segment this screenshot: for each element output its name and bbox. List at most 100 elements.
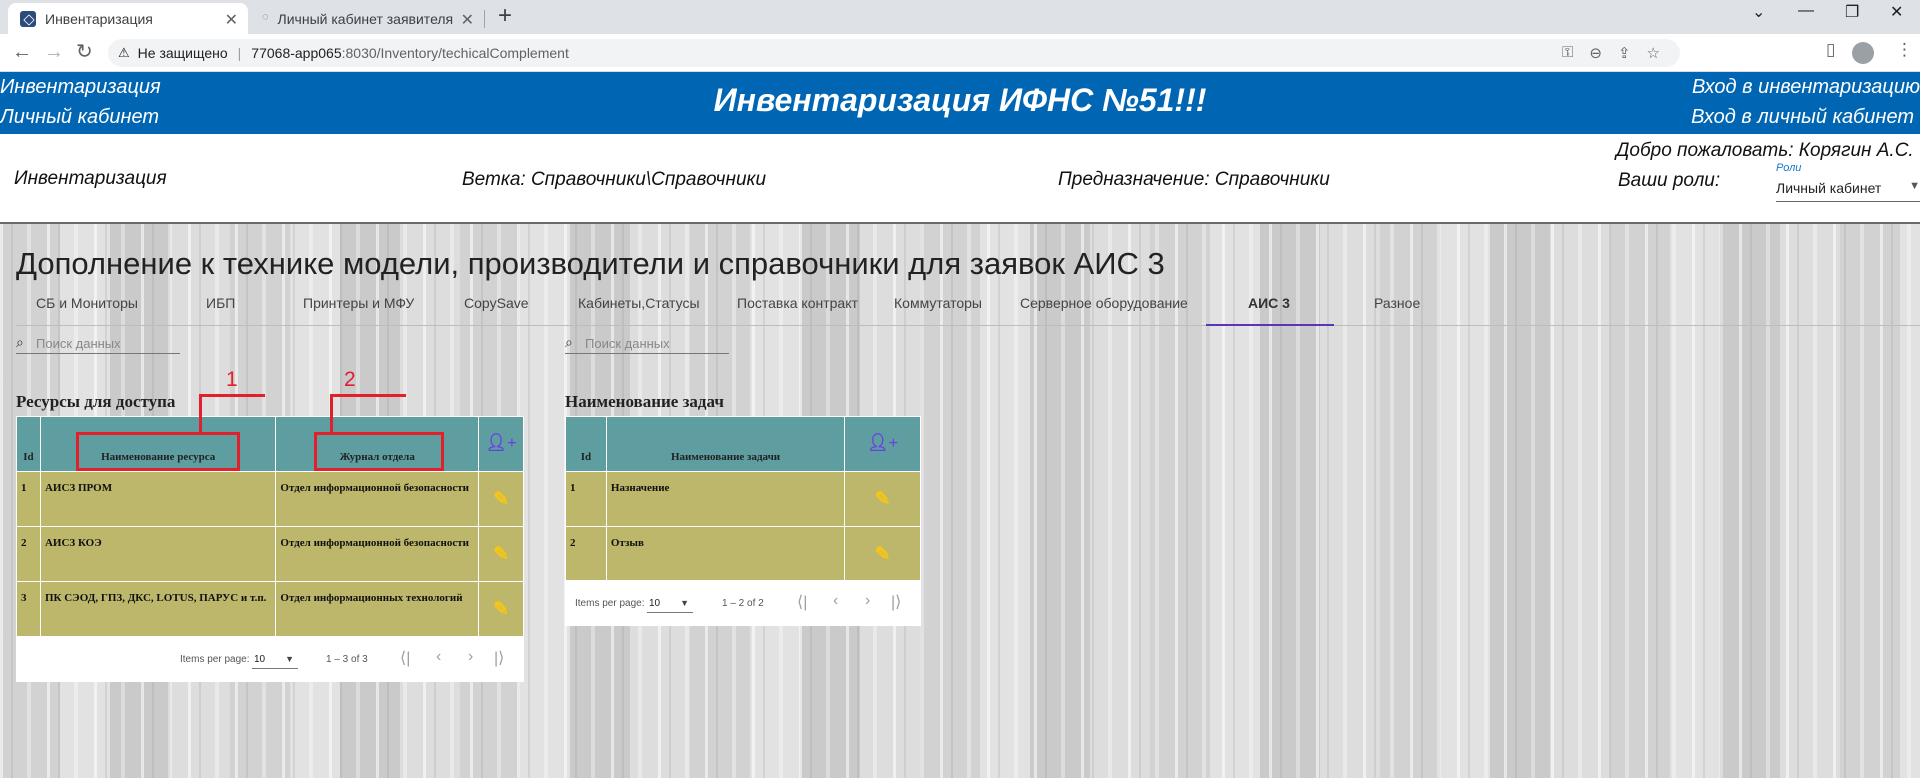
tab-close-icon[interactable]: ✕ [225, 10, 238, 30]
zoom-icon[interactable]: ⊖ [1589, 44, 1602, 62]
items-per-page-label: Items per page: [180, 654, 250, 665]
add-column-header: 👤︎+ [844, 416, 921, 472]
first-page-icon[interactable]: ⟨| [797, 592, 807, 612]
tab-copysave[interactable]: CopySave [464, 295, 529, 311]
table-row[interactable]: 2 Отзыв ✎ [565, 526, 921, 582]
table-header-row: Id Наименование задачи 👤︎+ [565, 416, 921, 472]
tasks-table: Id Наименование задачи 👤︎+ 1 Назначение … [565, 416, 921, 582]
login-inventory-link[interactable]: Вход в инвентаризацию [1692, 76, 1920, 99]
pencil-icon[interactable]: ✎ [493, 488, 509, 511]
key-icon[interactable]: ⚿ [1562, 44, 1573, 62]
page-size-select[interactable]: 10 ▼ [252, 651, 298, 669]
tab-separator [484, 10, 485, 28]
roles-select[interactable]: Роли Личный кабинет ▼ [1776, 162, 1920, 202]
cell-dept: Отдел информационной безопасности [275, 471, 480, 527]
tab-ups[interactable]: ИБП [206, 295, 235, 311]
tab-printers[interactable]: Принтеры и МФУ [303, 295, 414, 311]
not-secure-label[interactable]: Не защищено [138, 45, 228, 61]
tab-servers[interactable]: Серверное оборудование [1020, 295, 1188, 311]
search-placeholder: Поиск данных [36, 336, 121, 351]
person-add-icon[interactable]: 👤︎+ [867, 433, 898, 463]
person-add-icon[interactable]: 👤︎+ [485, 433, 516, 463]
minimize-button[interactable]: — [1798, 2, 1814, 20]
resources-search-input[interactable]: ⌕ Поиск данных [16, 332, 180, 354]
roles-select-label: Роли [1776, 162, 1802, 174]
prev-page-icon[interactable]: ‹ [833, 592, 838, 610]
reload-button[interactable]: ↻ [76, 41, 93, 63]
table-row[interactable]: 3 ПК СЭОД, ГПЗ, ДКС, LOTUS, ПАРУС и т.п.… [16, 581, 524, 637]
tab-ais3[interactable]: АИС 3 [1248, 295, 1290, 311]
tasks-paginator: Items per page: 10 ▼ 1 – 2 of 2 ⟨| ‹ › |… [565, 580, 921, 626]
roles-label: Ваши роли: [1618, 170, 1721, 191]
forward-button[interactable]: → [44, 41, 64, 63]
resources-paginator: Items per page: 10 ▼ 1 – 3 of 3 ⟨| ‹ › |… [16, 636, 524, 682]
app-header: Инвентаризация Личный кабинет Инвентариз… [0, 72, 1920, 134]
cell-id: 1 [16, 471, 41, 527]
pencil-icon[interactable]: ✎ [493, 598, 509, 621]
dropdown-arrow-icon: ▼ [285, 654, 294, 664]
annotation-leader-1 [199, 394, 202, 432]
next-page-icon[interactable]: › [865, 592, 870, 610]
tab-switches[interactable]: Коммутаторы [894, 295, 982, 311]
next-page-icon[interactable]: › [468, 648, 473, 666]
cell-task-name: Отзыв [605, 526, 846, 582]
restore-button[interactable]: ❐ [1845, 2, 1859, 22]
dropdown-arrow-icon: ▼ [680, 598, 689, 608]
close-window-button[interactable]: ✕ [1890, 2, 1903, 22]
last-page-icon[interactable]: |⟩ [494, 648, 504, 668]
search-icon: ⌕ [16, 334, 24, 350]
last-page-icon[interactable]: |⟩ [891, 592, 901, 612]
add-column-header: 👤︎+ [478, 416, 524, 472]
prev-page-icon[interactable]: ‹ [436, 648, 441, 666]
cell-id: 2 [16, 526, 41, 582]
tab-misc[interactable]: Разное [1374, 295, 1420, 311]
annotation-leader-2 [330, 394, 406, 397]
tab-close-icon[interactable]: ✕ [461, 10, 474, 30]
cell-id: 3 [16, 581, 41, 637]
url-path: :8030/Inventory/techicalComplement [341, 45, 569, 61]
dropdown-arrow-icon: ▼ [1909, 180, 1920, 192]
module-name: Инвентаризация [14, 168, 167, 189]
profile-avatar[interactable] [1852, 42, 1874, 64]
new-tab-button[interactable]: + [498, 4, 512, 28]
tab-sb-monitors[interactable]: СБ и Мониторы [36, 295, 138, 311]
search-icon: ⌕ [565, 334, 573, 350]
tab-cabinets[interactable]: Кабинеты,Статусы [578, 295, 700, 311]
share-icon[interactable]: ⇪ [1618, 44, 1631, 62]
back-button[interactable]: ← [12, 41, 32, 63]
tab-supply[interactable]: Поставка контракт [737, 295, 858, 311]
table-row[interactable]: 2 АИСЗ КОЭ Отдел информационной безопасн… [16, 526, 524, 582]
table-row[interactable]: 1 АИСЗ ПРОМ Отдел информационной безопас… [16, 471, 524, 527]
col-id-header[interactable]: Id [16, 416, 41, 472]
table-row[interactable]: 1 Назначение ✎ [565, 471, 921, 527]
browser-menu-icon[interactable]: ⋮ [1896, 40, 1913, 60]
url-host: 77068-app065 [251, 45, 342, 61]
cell-resource-name: АИСЗ КОЭ [39, 526, 277, 582]
col-task-name-header[interactable]: Наименование задачи [605, 416, 846, 472]
annotation-box-2 [314, 432, 444, 471]
browser-tab-inventory[interactable]: Инвентаризация ✕ [8, 3, 248, 34]
omnibox-icons: ⚿ ⊖ ⇪ ☆ [1562, 44, 1660, 62]
page-range-label: 1 – 2 of 2 [722, 598, 764, 609]
tab-search-icon[interactable]: ⌄ [1752, 2, 1765, 22]
annotation-number-1: 1 [226, 368, 238, 391]
pencil-icon[interactable]: ✎ [493, 543, 509, 566]
tab-title: Инвентаризация [45, 10, 153, 27]
edit-cell: ✎ [478, 581, 524, 637]
edit-cell: ✎ [478, 471, 524, 527]
page-size-select[interactable]: 10 ▼ [647, 595, 693, 613]
login-cabinet-link[interactable]: Вход в личный кабинет [1691, 106, 1914, 129]
browser-tab-cabinet[interactable]: ◌ Личный кабинет заявителя ✕ [250, 3, 484, 34]
side-panel-icon[interactable]: ▯ [1826, 40, 1835, 60]
annotation-leader-2 [330, 394, 333, 432]
col-id-header[interactable]: Id [565, 416, 607, 472]
annotation-box-1 [76, 432, 240, 471]
edit-cell: ✎ [844, 471, 921, 527]
address-input[interactable]: ⚠ Не защищено | 77068-app065:8030/Invent… [108, 39, 1680, 67]
pencil-icon[interactable]: ✎ [875, 543, 891, 566]
tasks-search-input[interactable]: ⌕ Поиск данных [565, 332, 729, 354]
pencil-icon[interactable]: ✎ [875, 488, 891, 511]
bookmark-star-icon[interactable]: ☆ [1647, 44, 1660, 62]
first-page-icon[interactable]: ⟨| [400, 648, 410, 668]
warning-icon[interactable]: ⚠ [118, 45, 130, 61]
